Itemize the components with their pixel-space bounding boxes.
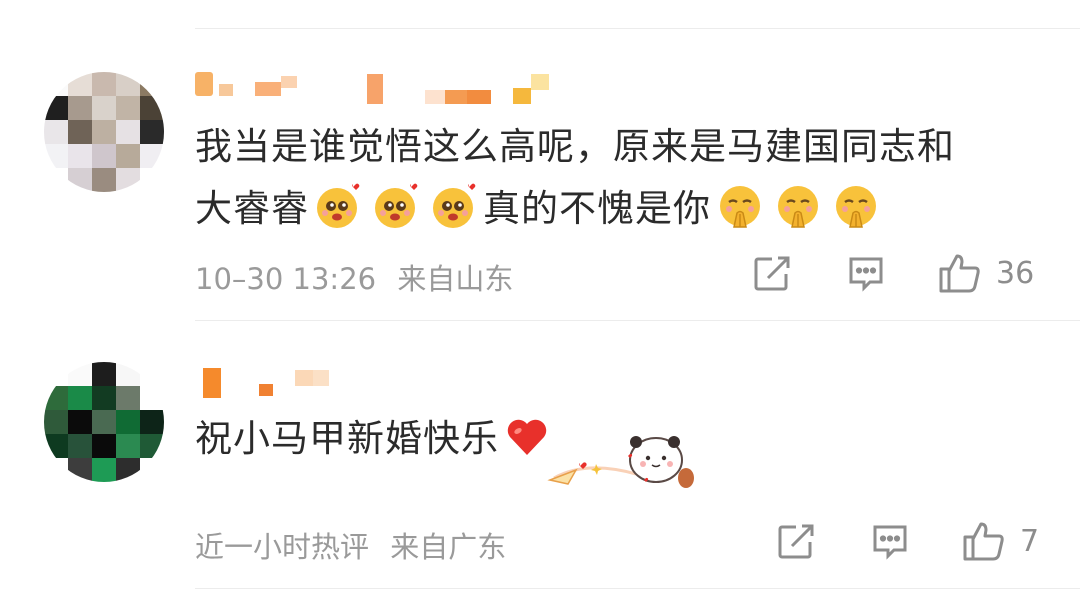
comment-icon bbox=[849, 257, 883, 292]
top-divider bbox=[195, 28, 1080, 29]
share-button[interactable] bbox=[776, 522, 816, 562]
avatar[interactable] bbox=[44, 72, 164, 192]
thumbs-up-icon bbox=[939, 254, 980, 293]
comment-text-line1: 我当是谁觉悟这么高呢，原来是马建国同志和 bbox=[195, 125, 955, 168]
pleading-hands-emoji-icon bbox=[778, 186, 818, 228]
pleading-hands-emoji-icon bbox=[836, 186, 876, 228]
comment-text: 祝小马甲新婚快乐 bbox=[195, 408, 549, 470]
panda-sticker-icon bbox=[547, 436, 694, 488]
comment-text-line2: 大睿睿 真的不愧是你 bbox=[195, 178, 885, 240]
username[interactable] bbox=[195, 70, 615, 104]
heart-icon bbox=[507, 419, 547, 455]
like-count: 7 bbox=[1020, 523, 1040, 559]
comment-meta: 近一小时热评 来自广东 bbox=[195, 524, 506, 566]
thumbs-up-icon bbox=[963, 522, 1004, 561]
love-face-emoji-icon bbox=[317, 183, 360, 228]
comment-button[interactable] bbox=[870, 522, 910, 562]
avatar[interactable] bbox=[44, 362, 164, 482]
share-icon bbox=[778, 524, 814, 559]
comment-icon bbox=[873, 525, 907, 560]
bottom-divider bbox=[195, 588, 1080, 589]
love-face-emoji-icon bbox=[433, 183, 476, 228]
like-button[interactable]: 36 bbox=[938, 252, 1034, 294]
comment-divider bbox=[195, 320, 1080, 321]
comment-location: 来自广东 bbox=[390, 530, 507, 564]
comment-meta: 10–30 13:26 来自山东 bbox=[195, 256, 513, 298]
comment-button[interactable] bbox=[846, 254, 886, 294]
pleading-hands-emoji-icon bbox=[720, 186, 760, 228]
like-button[interactable]: 7 bbox=[962, 520, 1039, 562]
comment-location: 来自山东 bbox=[397, 262, 514, 296]
share-icon bbox=[754, 256, 790, 291]
comment-time: 10–30 13:26 bbox=[195, 262, 377, 296]
share-button[interactable] bbox=[752, 254, 792, 294]
like-count: 36 bbox=[996, 255, 1035, 291]
username[interactable] bbox=[195, 366, 615, 398]
comment-text: 我当是谁觉悟这么高呢，原来是马建国同志和 bbox=[195, 116, 955, 178]
comment-time: 近一小时热评 bbox=[195, 530, 370, 564]
love-face-emoji-icon bbox=[375, 183, 418, 228]
